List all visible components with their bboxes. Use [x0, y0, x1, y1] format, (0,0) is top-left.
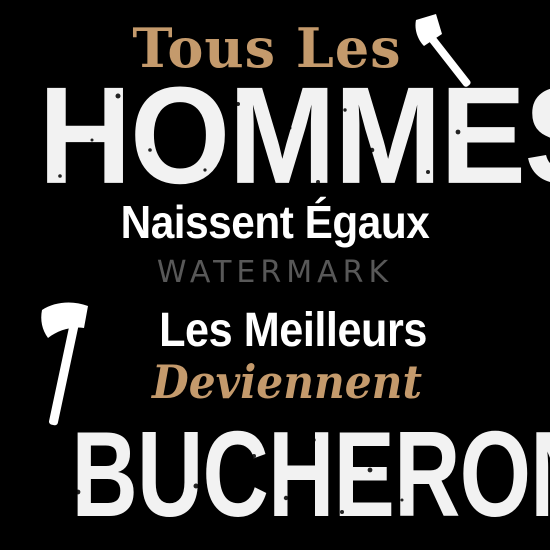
axe-icon — [415, 14, 471, 87]
headline-bucherons: BUCHERONS — [71, 407, 550, 543]
headline-deviennent: Deviennent — [151, 355, 422, 409]
headline-les-meilleurs: Les Meilleurs — [159, 304, 427, 357]
axe-icon — [41, 302, 88, 426]
poster-canvas: Tous Les HOMMES Naissent Égaux WATERMARK… — [0, 0, 550, 550]
watermark-text: WATERMARK — [156, 255, 394, 290]
headline-naissent-egaux: Naissent Égaux — [120, 196, 430, 248]
